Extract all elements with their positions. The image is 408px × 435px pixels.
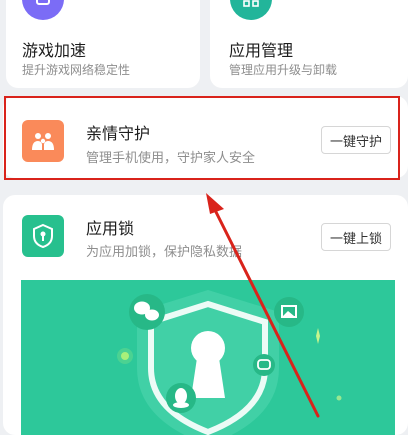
keyhole-icon [191, 331, 225, 398]
app-manage-title: 应用管理 [229, 43, 294, 60]
app-manage-subtitle: 管理应用升级与卸载 [229, 63, 338, 77]
qq-icon [166, 383, 196, 413]
app-lock-title: 应用锁 [86, 221, 135, 238]
guard-button[interactable]: 一键守护 [321, 126, 391, 154]
game-boost-card[interactable]: 游戏加速 提升游戏网络稳定性 [6, 0, 200, 88]
chat-bubble-icon [253, 354, 275, 376]
family-guard-title: 亲情守护 [86, 126, 151, 143]
apps-grid-icon [230, 0, 272, 20]
app-lock-subtitle: 为应用加锁，保护隐私数据 [86, 244, 243, 259]
app-lock-banner [21, 280, 395, 435]
game-boost-title: 游戏加速 [22, 43, 87, 60]
shield-lock-icon [22, 215, 64, 257]
family-icon [22, 120, 64, 162]
game-boost-subtitle: 提升游戏网络稳定性 [22, 63, 131, 77]
family-guard-card[interactable]: 亲情守护 管理手机使用，守护家人安全 一键守护 [3, 96, 408, 178]
app-manage-card[interactable]: 应用管理 管理应用升级与卸载 [210, 0, 408, 88]
wechat-icon [129, 294, 165, 330]
family-guard-subtitle: 管理手机使用，守护家人安全 [86, 150, 256, 165]
gallery-icon [274, 297, 304, 327]
game-controller-icon [22, 0, 64, 20]
lock-button[interactable]: 一键上锁 [321, 223, 391, 251]
app-lock-card[interactable]: 应用锁 为应用加锁，保护隐私数据 一键上锁 [3, 195, 408, 435]
